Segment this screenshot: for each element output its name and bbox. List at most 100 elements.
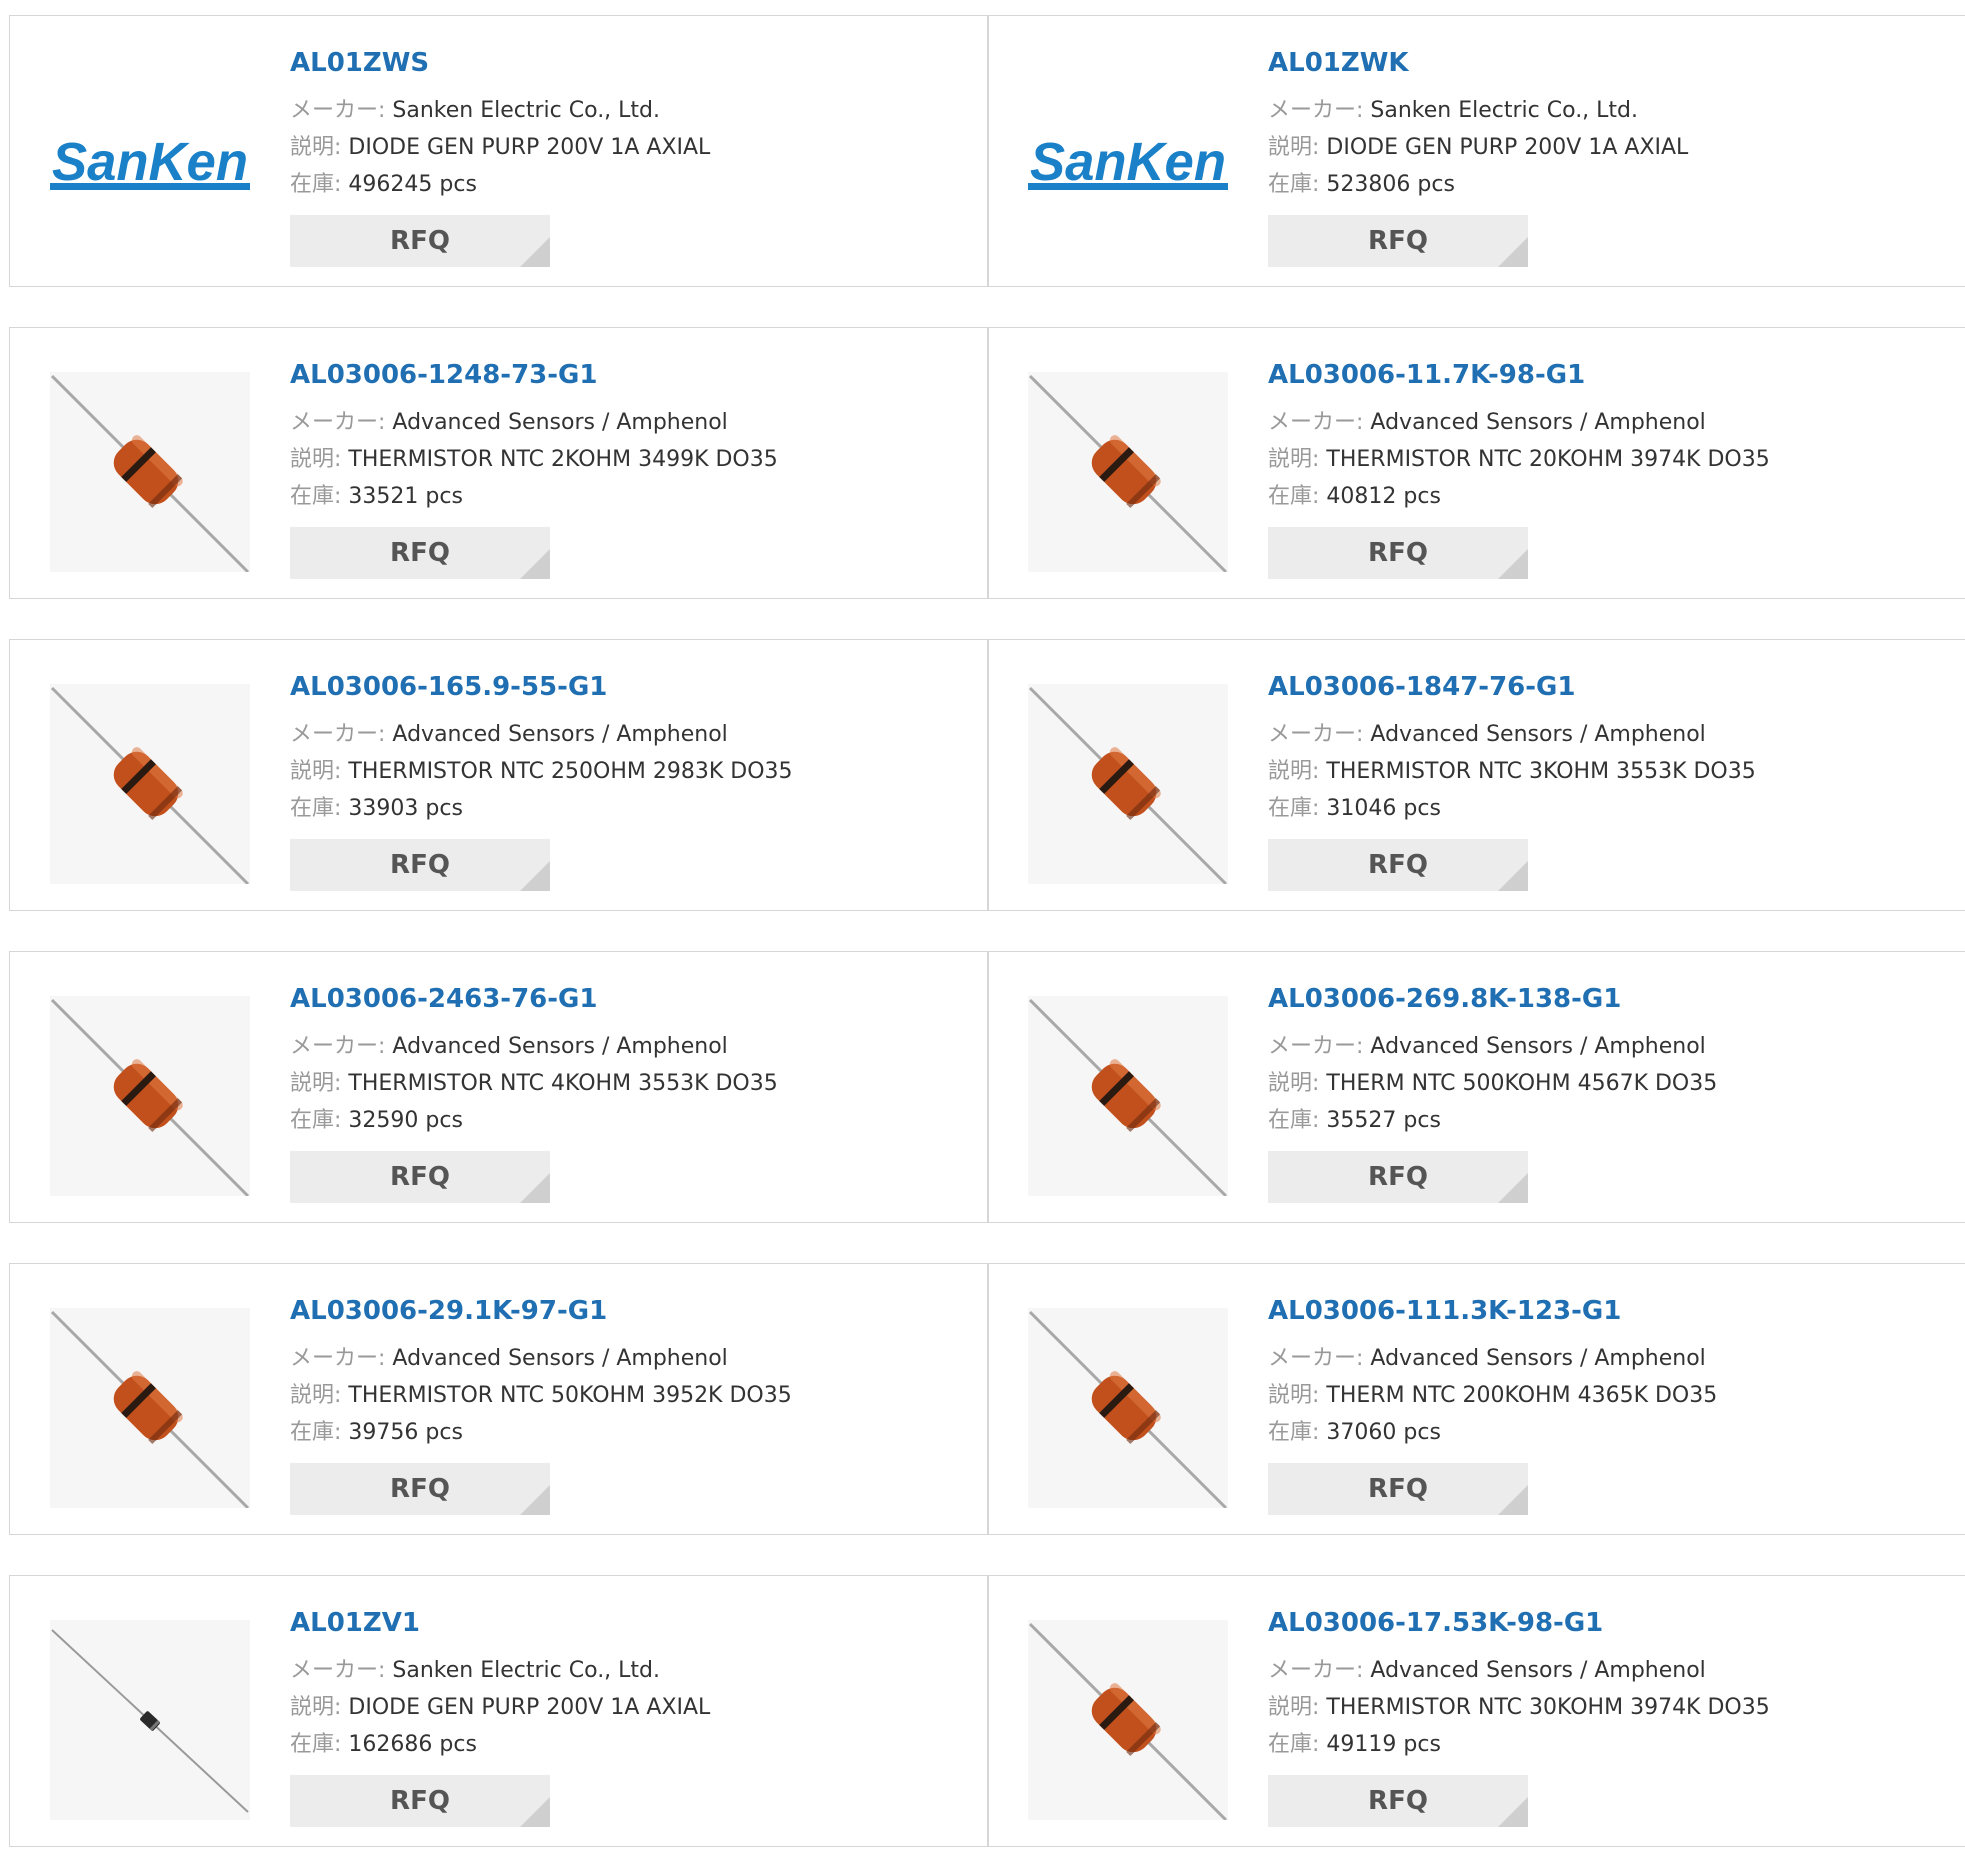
- description-label: 説明:: [1268, 1071, 1320, 1096]
- rfq-button[interactable]: RFQ: [1268, 1775, 1528, 1827]
- description-line: 説明: THERM NTC 200KOHM 4365K DO35: [1268, 1377, 1928, 1414]
- maker-label: メーカー:: [290, 1034, 386, 1059]
- part-number-link[interactable]: AL03006-111.3K-123-G1: [1268, 1294, 1928, 1328]
- maker-value: Advanced Sensors / Amphenol: [392, 1034, 728, 1059]
- rfq-button[interactable]: RFQ: [1268, 839, 1528, 891]
- product-info: AL03006-29.1K-97-G1 メーカー: Advanced Sensor…: [290, 1294, 950, 1515]
- rfq-button[interactable]: RFQ: [290, 839, 550, 891]
- product-card: AL03006-1847-76-G1 メーカー: Advanced Sensors…: [987, 639, 1965, 911]
- part-number-link[interactable]: AL01ZWK: [1268, 46, 1928, 80]
- maker-value: Advanced Sensors / Amphenol: [1370, 410, 1706, 435]
- product-image[interactable]: [1028, 1620, 1228, 1820]
- description-value: THERMISTOR NTC 250OHM 2983K DO35: [348, 759, 793, 784]
- maker-label: メーカー:: [1268, 722, 1364, 747]
- description-label: 説明:: [1268, 135, 1320, 160]
- description-value: DIODE GEN PURP 200V 1A AXIAL: [348, 1695, 711, 1720]
- product-info: AL03006-17.53K-98-G1 メーカー: Advanced Senso…: [1268, 1606, 1928, 1827]
- maker-line: メーカー: Advanced Sensors / Amphenol: [1268, 1028, 1928, 1065]
- product-image[interactable]: [50, 1308, 250, 1508]
- maker-value: Advanced Sensors / Amphenol: [1370, 1346, 1706, 1371]
- svg-text:SanKen: SanKen: [52, 132, 248, 192]
- product-image[interactable]: [1028, 1308, 1228, 1508]
- part-number-link[interactable]: AL01ZWS: [290, 46, 950, 80]
- product-card: AL03006-165.9-55-G1 メーカー: Advanced Sensor…: [9, 639, 987, 911]
- part-number-link[interactable]: AL03006-1847-76-G1: [1268, 670, 1928, 704]
- product-card: AL03006-1248-73-G1 メーカー: Advanced Sensors…: [9, 327, 987, 599]
- description-label: 説明:: [290, 1383, 342, 1408]
- product-info: AL03006-1847-76-G1 メーカー: Advanced Sensors…: [1268, 670, 1928, 891]
- product-image[interactable]: [1028, 996, 1228, 1196]
- part-number-link[interactable]: AL03006-1248-73-G1: [290, 358, 950, 392]
- product-image[interactable]: SanKen: [1028, 60, 1228, 260]
- product-row: AL03006-2463-76-G1 メーカー: Advanced Sensors…: [9, 951, 1965, 1225]
- sanken-logo-icon: SanKen: [1028, 132, 1228, 192]
- stock-line: 在庫: 33903 pcs: [290, 790, 950, 827]
- rfq-button[interactable]: RFQ: [290, 527, 550, 579]
- product-info: AL03006-2463-76-G1 メーカー: Advanced Sensors…: [290, 982, 950, 1203]
- stock-value: 162686 pcs: [348, 1732, 477, 1757]
- description-label: 説明:: [290, 135, 342, 160]
- maker-label: メーカー:: [1268, 410, 1364, 435]
- part-number-link[interactable]: AL01ZV1: [290, 1606, 950, 1640]
- maker-value: Advanced Sensors / Amphenol: [392, 410, 728, 435]
- stock-label: 在庫:: [1268, 172, 1320, 197]
- product-image[interactable]: SanKen: [50, 60, 250, 260]
- axial-diode-icon: [51, 1629, 249, 1813]
- product-row: AL03006-165.9-55-G1 メーカー: Advanced Sensor…: [9, 639, 1965, 913]
- product-image[interactable]: [50, 1620, 250, 1820]
- part-number-link[interactable]: AL03006-17.53K-98-G1: [1268, 1606, 1928, 1640]
- stock-value: 39756 pcs: [348, 1420, 463, 1445]
- product-image[interactable]: [1028, 372, 1228, 572]
- description-value: THERMISTOR NTC 20KOHM 3974K DO35: [1326, 447, 1770, 472]
- maker-line: メーカー: Sanken Electric Co., Ltd.: [290, 92, 950, 129]
- description-label: 説明:: [1268, 447, 1320, 472]
- maker-label: メーカー:: [290, 410, 386, 435]
- rfq-button[interactable]: RFQ: [290, 1463, 550, 1515]
- rfq-button[interactable]: RFQ: [290, 215, 550, 267]
- description-line: 説明: THERMISTOR NTC 20KOHM 3974K DO35: [1268, 441, 1928, 478]
- part-number-link[interactable]: AL03006-29.1K-97-G1: [290, 1294, 950, 1328]
- description-value: THERMISTOR NTC 2KOHM 3499K DO35: [348, 447, 778, 472]
- description-line: 説明: THERMISTOR NTC 50KOHM 3952K DO35: [290, 1377, 950, 1414]
- part-number-link[interactable]: AL03006-11.7K-98-G1: [1268, 358, 1928, 392]
- thermistor-icon: [50, 374, 250, 572]
- description-value: THERMISTOR NTC 4KOHM 3553K DO35: [348, 1071, 778, 1096]
- stock-label: 在庫:: [1268, 1732, 1320, 1757]
- rfq-button[interactable]: RFQ: [1268, 215, 1528, 267]
- rfq-button[interactable]: RFQ: [290, 1151, 550, 1203]
- stock-value: 40812 pcs: [1326, 484, 1441, 509]
- maker-label: メーカー:: [290, 722, 386, 747]
- stock-label: 在庫:: [1268, 484, 1320, 509]
- maker-line: メーカー: Advanced Sensors / Amphenol: [290, 1028, 950, 1065]
- product-card: AL03006-269.8K-138-G1 メーカー: Advanced Sens…: [987, 951, 1965, 1223]
- part-number-link[interactable]: AL03006-2463-76-G1: [290, 982, 950, 1016]
- stock-value: 496245 pcs: [348, 172, 477, 197]
- part-number-link[interactable]: AL03006-269.8K-138-G1: [1268, 982, 1928, 1016]
- maker-label: メーカー:: [290, 1346, 386, 1371]
- stock-line: 在庫: 49119 pcs: [1268, 1726, 1928, 1763]
- rfq-button[interactable]: RFQ: [1268, 527, 1528, 579]
- description-line: 説明: THERM NTC 500KOHM 4567K DO35: [1268, 1065, 1928, 1102]
- stock-label: 在庫:: [290, 796, 342, 821]
- thermistor-icon: [1028, 686, 1228, 884]
- sanken-logo-icon: SanKen: [50, 132, 250, 192]
- product-image[interactable]: [50, 684, 250, 884]
- rfq-button[interactable]: RFQ: [1268, 1151, 1528, 1203]
- stock-value: 35527 pcs: [1326, 1108, 1441, 1133]
- stock-value: 31046 pcs: [1326, 796, 1441, 821]
- product-image[interactable]: [1028, 684, 1228, 884]
- rfq-button[interactable]: RFQ: [1268, 1463, 1528, 1515]
- stock-line: 在庫: 39756 pcs: [290, 1414, 950, 1451]
- thermistor-icon: [50, 998, 250, 1196]
- product-card: AL03006-111.3K-123-G1 メーカー: Advanced Sens…: [987, 1263, 1965, 1535]
- maker-value: Sanken Electric Co., Ltd.: [392, 1658, 661, 1683]
- thermistor-icon: [50, 686, 250, 884]
- product-image[interactable]: [50, 996, 250, 1196]
- description-line: 説明: DIODE GEN PURP 200V 1A AXIAL: [290, 129, 950, 166]
- part-number-link[interactable]: AL03006-165.9-55-G1: [290, 670, 950, 704]
- maker-line: メーカー: Sanken Electric Co., Ltd.: [290, 1652, 950, 1689]
- product-image[interactable]: [50, 372, 250, 572]
- product-row: AL01ZV1 メーカー: Sanken Electric Co., Ltd. 説明…: [9, 1575, 1965, 1849]
- rfq-button[interactable]: RFQ: [290, 1775, 550, 1827]
- maker-line: メーカー: Sanken Electric Co., Ltd.: [1268, 92, 1928, 129]
